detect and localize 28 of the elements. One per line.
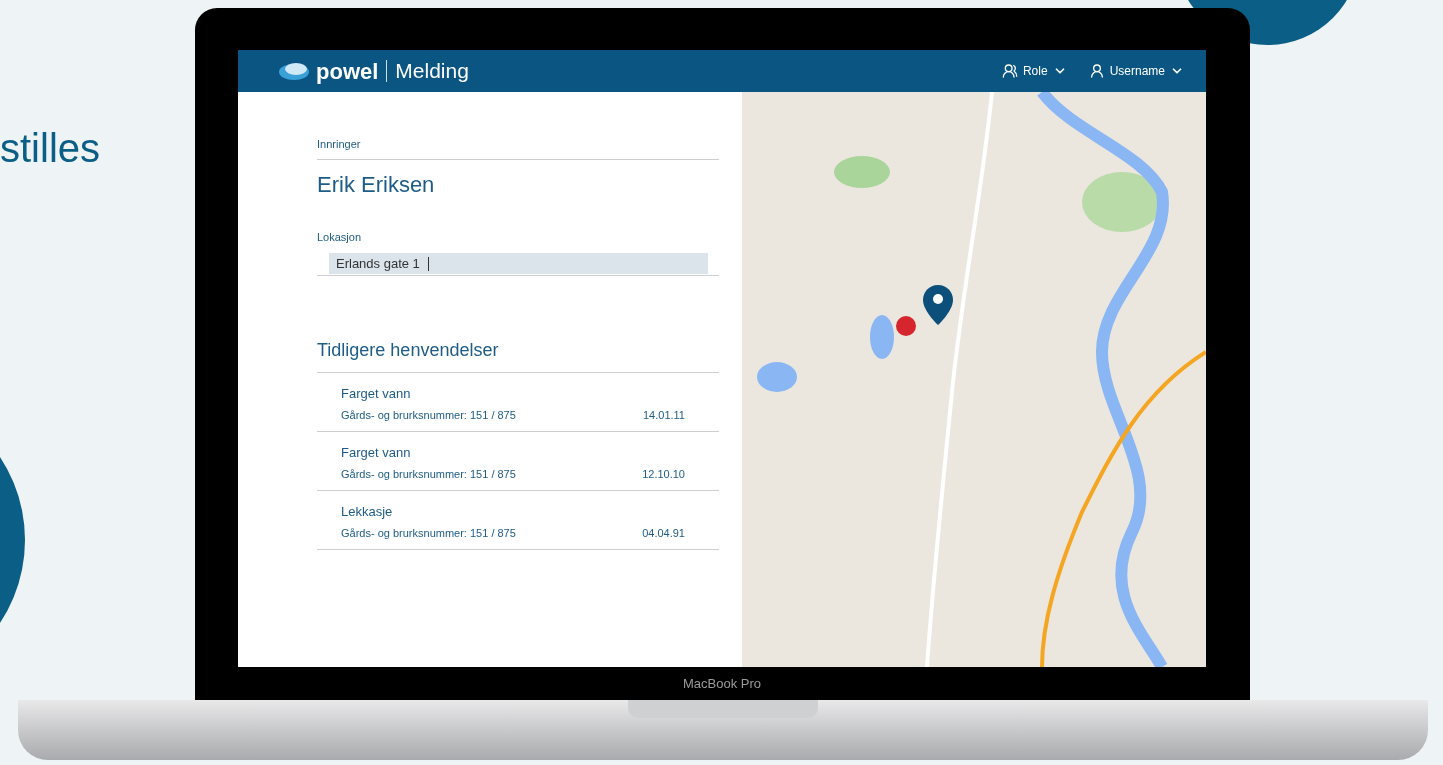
history-item[interactable]: Farget vann Gårds- og brurksnummer: 151 / 875 12.10.10 (317, 432, 719, 491)
item-title: Lekkasje (341, 503, 393, 521)
caller-name: Erik Eriksen (317, 170, 436, 199)
item-title: Farget vann (341, 385, 411, 403)
item-date: 12.10.10 (642, 466, 685, 482)
map-pin-icon (923, 285, 953, 325)
history-item[interactable]: Farget vann Gårds- og brurksnummer: 151 / 875 14.01.11 (317, 373, 719, 432)
header-menu[interactable]: Username (1088, 62, 1184, 80)
item-detail: Gårds- og brurksnummer: 151 / 875 (341, 466, 516, 482)
item-detail: Gårds- og brurksnummer: 151 / 875 (341, 407, 516, 423)
history-item[interactable]: Lekkasje Gårds- og brurksnummer: 151 / 875 04.04.91 (317, 491, 719, 550)
item-detail: Gårds- og brurksnummer: 151 / 875 (341, 525, 516, 541)
people-icon (1001, 63, 1018, 79)
user-icon (1088, 63, 1105, 79)
logo-icon (278, 61, 310, 81)
section-heading: Tidligere henvendelser (317, 337, 719, 373)
field-label: Lokasjon (317, 229, 363, 245)
item-title: Farget vann (341, 444, 411, 462)
item-date: 04.04.91 (642, 525, 685, 541)
location-field[interactable]: Erlands gate 1 (329, 253, 708, 274)
item-date: 14.01.11 (643, 407, 685, 423)
logo-text: powel (316, 57, 379, 86)
laptop-label: MacBook Pro (682, 674, 761, 693)
app-title: Melding (395, 58, 469, 85)
header-menu[interactable]: Role (1001, 62, 1067, 80)
field-label: Innringer (317, 136, 719, 160)
background-heading: stilles (0, 128, 101, 168)
text-cursor (427, 256, 429, 271)
